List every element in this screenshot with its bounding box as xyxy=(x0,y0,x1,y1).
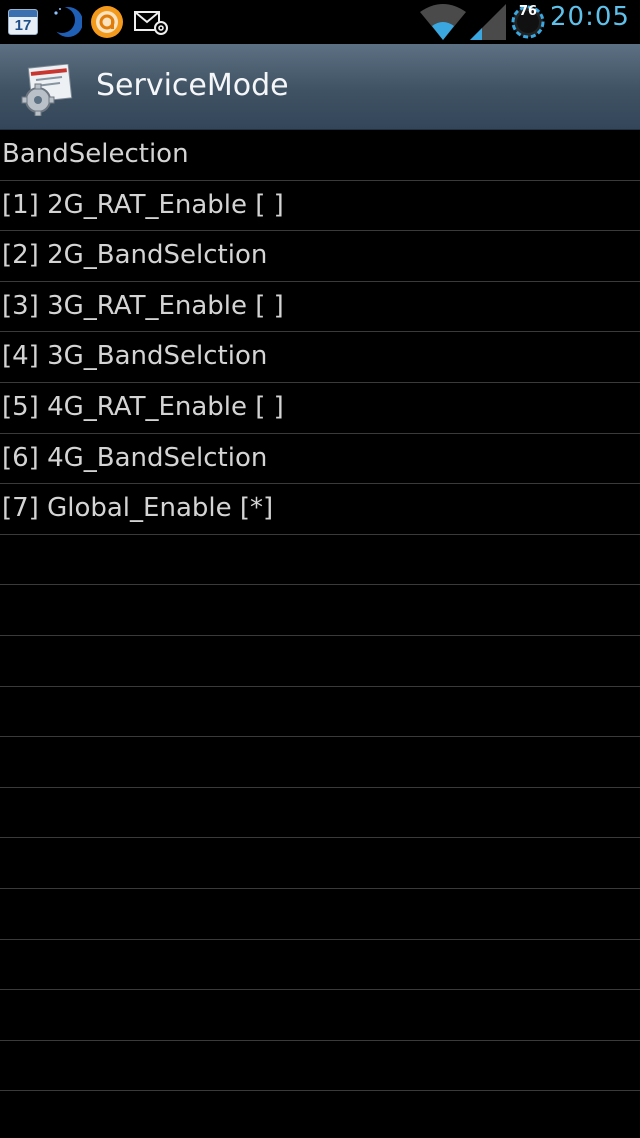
list-item xyxy=(0,1041,640,1092)
clock: 20:05 xyxy=(550,2,630,32)
list-item xyxy=(0,838,640,889)
list-item xyxy=(0,940,640,991)
status-bar: 17 76 20:05 xyxy=(0,0,640,44)
calendar-icon: 17 xyxy=(8,9,38,35)
list-item[interactable]: [6] 4G_BandSelction xyxy=(0,434,640,485)
service-mode-app-icon xyxy=(21,64,73,116)
list-item[interactable]: [2] 2G_BandSelction xyxy=(0,231,640,282)
orange-app-icon xyxy=(91,6,123,38)
page-title: ServiceMode xyxy=(96,68,289,103)
list-item xyxy=(0,889,640,940)
calendar-day: 17 xyxy=(14,17,32,34)
moon-icon xyxy=(50,7,82,37)
list-item[interactable]: [3] 3G_RAT_Enable [ ] xyxy=(0,282,640,333)
list-item[interactable]: [4] 3G_BandSelction xyxy=(0,332,640,383)
title-bar: ServiceMode xyxy=(0,44,640,130)
list-item[interactable]: [1] 2G_RAT_Enable [ ] xyxy=(0,181,640,232)
list-item xyxy=(0,687,640,738)
list-item xyxy=(0,737,640,788)
service-mode-list: BandSelection [1] 2G_RAT_Enable [ ] [2] … xyxy=(0,130,640,1138)
list-item[interactable]: [5] 4G_RAT_Enable [ ] xyxy=(0,383,640,434)
wifi-icon xyxy=(420,4,466,40)
list-item xyxy=(0,788,640,839)
list-item: BandSelection xyxy=(0,130,640,181)
list-item xyxy=(0,535,640,586)
list-item[interactable]: [7] Global_Enable [*] xyxy=(0,484,640,535)
battery-level: 76 xyxy=(518,4,538,19)
list-item xyxy=(0,585,640,636)
list-item xyxy=(0,990,640,1041)
mail-icon xyxy=(134,11,168,35)
list-item xyxy=(0,636,640,687)
signal-icon xyxy=(470,4,506,40)
